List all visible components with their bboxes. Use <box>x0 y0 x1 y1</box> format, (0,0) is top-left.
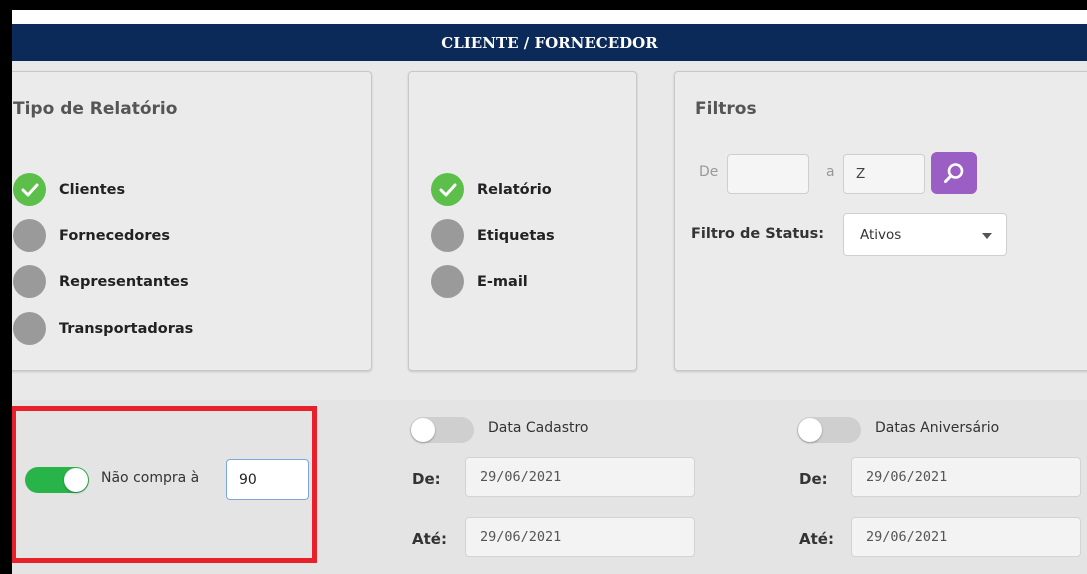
search-button[interactable] <box>931 152 977 194</box>
datas-aniversario-de-input[interactable]: 29/06/2021 <box>851 457 1081 497</box>
radio-label: Transportadoras <box>59 320 194 337</box>
unchecked-radio-icon <box>431 219 464 252</box>
a-label: a <box>826 164 835 180</box>
filtro-de-input[interactable] <box>727 154 809 194</box>
datas-aniversario-ate-label: Até: <box>799 530 834 548</box>
radio-representantes[interactable]: Representantes <box>13 265 189 298</box>
checked-radio-icon <box>13 173 46 206</box>
tipo-relatorio-title: Tipo de Relatório <box>13 99 178 119</box>
unchecked-radio-icon <box>13 265 46 298</box>
status-select-value: Ativos <box>860 226 902 243</box>
unchecked-radio-icon <box>13 312 46 345</box>
datas-aniversario-toggle[interactable] <box>797 417 861 443</box>
data-cadastro-de-input[interactable]: 29/06/2021 <box>465 457 695 497</box>
page-header: CLIENTE / FORNECEDOR <box>12 24 1087 61</box>
tipo-relatorio-panel: Tipo de Relatório Clientes Fornecedores … <box>0 71 372 371</box>
radio-label: Fornecedores <box>59 227 170 244</box>
toggle-knob <box>411 418 435 442</box>
toggle-knob <box>798 418 822 442</box>
filtro-a-input[interactable]: Z <box>843 154 925 194</box>
radio-label: E-mail <box>477 273 528 290</box>
filtros-title: Filtros <box>695 99 757 119</box>
data-cadastro-ate-input[interactable]: 29/06/2021 <box>465 517 695 557</box>
unchecked-radio-icon <box>13 219 46 252</box>
checked-radio-icon <box>431 173 464 206</box>
radio-label: Representantes <box>59 273 189 290</box>
data-cadastro-label: Data Cadastro <box>488 420 589 436</box>
de-label: De <box>699 164 719 180</box>
window-left-border <box>0 0 12 574</box>
radio-fornecedores[interactable]: Fornecedores <box>13 219 170 252</box>
radio-relatorio[interactable]: Relatório <box>431 173 552 206</box>
datas-aniversario-de-label: De: <box>799 470 828 488</box>
highlight-box <box>11 406 317 563</box>
data-cadastro-ate-label: Até: <box>412 530 447 548</box>
radio-label: Clientes <box>59 181 126 198</box>
radio-label: Etiquetas <box>477 227 555 244</box>
radio-email[interactable]: E-mail <box>431 265 528 298</box>
filtros-panel: Filtros De a Z Filtro de Status: Ativos <box>674 71 1087 371</box>
saida-panel: Relatório Etiquetas E-mail <box>408 71 637 371</box>
page-title: CLIENTE / FORNECEDOR <box>441 33 658 52</box>
radio-clientes[interactable]: Clientes <box>13 173 125 206</box>
unchecked-radio-icon <box>431 265 464 298</box>
datas-aniversario-label: Datas Aniversário <box>875 420 1000 436</box>
radio-transportadoras[interactable]: Transportadoras <box>13 312 193 345</box>
status-select[interactable]: Ativos <box>843 213 1007 256</box>
window-top-border <box>0 0 1087 10</box>
chevron-down-icon <box>982 233 992 239</box>
data-cadastro-toggle[interactable] <box>410 417 474 443</box>
data-cadastro-de-label: De: <box>412 470 441 488</box>
search-icon <box>944 163 964 183</box>
status-label: Filtro de Status: <box>691 226 825 242</box>
datas-aniversario-ate-input[interactable]: 29/06/2021 <box>851 517 1081 557</box>
radio-label: Relatório <box>477 181 552 198</box>
radio-etiquetas[interactable]: Etiquetas <box>431 219 555 252</box>
